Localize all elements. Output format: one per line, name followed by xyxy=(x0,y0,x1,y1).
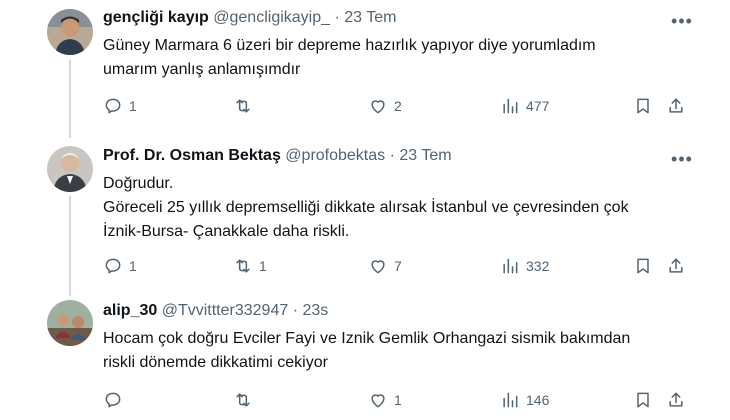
views-button[interactable]: 332 xyxy=(500,254,549,278)
share-icon xyxy=(669,258,683,273)
reply-button[interactable]: 1 xyxy=(103,254,137,278)
retweet-icon xyxy=(236,259,250,273)
reply-icon xyxy=(105,98,121,114)
more-icon[interactable]: ••• xyxy=(671,11,692,31)
retweet-count: 1 xyxy=(259,258,267,274)
views-icon xyxy=(503,392,518,408)
avatar[interactable] xyxy=(47,300,93,346)
reply-button[interactable] xyxy=(103,388,129,412)
tweet-text-line: İznik-Bursa- Çanakkale daha riskli. xyxy=(103,223,350,240)
separator-dot: · xyxy=(334,9,340,26)
reply-icon xyxy=(105,392,121,408)
more-icon[interactable]: ••• xyxy=(671,149,692,169)
tweet-header: alip_30 @Tvvittter332947 · 23s xyxy=(103,302,328,320)
tweet-header: Prof. Dr. Osman Bektaş @profobektas · 23… xyxy=(103,147,452,165)
heart-icon xyxy=(371,100,385,114)
tweet[interactable]: alip_30 @Tvvittter332947 · 23s Hocam çok… xyxy=(0,290,730,420)
tweet-text-line: Güney Marmara 6 üzeri bir depreme hazırl… xyxy=(103,37,596,54)
tweet[interactable]: Prof. Dr. Osman Bektaş @profobektas · 23… xyxy=(0,140,730,285)
tweet-header: gençliği kayıp @gencligikayip_ · 23 Tem xyxy=(103,9,396,27)
like-count: 2 xyxy=(394,98,402,114)
reply-icon xyxy=(105,258,121,274)
bookmark-button[interactable] xyxy=(633,94,653,118)
share-button[interactable] xyxy=(666,254,686,278)
tweet-time[interactable]: 23 Tem xyxy=(399,147,451,164)
like-count: 1 xyxy=(394,392,402,408)
retweet-button[interactable] xyxy=(233,94,259,118)
share-button[interactable] xyxy=(666,388,686,412)
like-button[interactable]: 2 xyxy=(368,94,402,118)
retweet-icon xyxy=(236,99,250,113)
reply-count: 1 xyxy=(129,98,137,114)
author-handle[interactable]: @gencligikayip_ xyxy=(213,9,330,26)
views-button[interactable]: 477 xyxy=(500,94,549,118)
retweet-button[interactable] xyxy=(233,388,259,412)
share-icon xyxy=(669,98,683,113)
tweet-time[interactable]: 23s xyxy=(302,302,328,319)
tweet[interactable]: gençliği kayıp @gencligikayip_ · 23 Tem … xyxy=(0,0,730,140)
heart-icon xyxy=(371,260,385,274)
avatar[interactable] xyxy=(47,9,93,55)
tweet-text: Güney Marmara 6 üzeri bir depreme hazırl… xyxy=(103,34,703,82)
tweet-time[interactable]: 23 Tem xyxy=(344,9,396,26)
bookmark-icon xyxy=(637,392,649,408)
like-count: 7 xyxy=(394,258,402,274)
views-icon xyxy=(503,258,518,274)
reply-count: 1 xyxy=(129,258,137,274)
tweet-text: Hocam çok doğru Evciler Fayi ve Iznik Ge… xyxy=(103,327,703,375)
like-button[interactable]: 1 xyxy=(368,388,402,412)
avatar[interactable] xyxy=(47,146,93,192)
tweet-text-line: Doğrudur. xyxy=(103,175,174,192)
views-count: 332 xyxy=(526,258,550,274)
views-icon xyxy=(503,98,518,114)
reply-button[interactable]: 1 xyxy=(103,94,137,118)
tweet-text: Doğrudur. Göreceli 25 yıllık depremselli… xyxy=(103,172,703,244)
tweet-text-line: riskli dönemde dikkatimi cekiyor xyxy=(103,354,328,371)
retweet-icon xyxy=(236,393,250,407)
views-count: 477 xyxy=(526,98,550,114)
like-button[interactable]: 7 xyxy=(368,254,402,278)
author-name[interactable]: gençliği kayıp xyxy=(103,9,209,26)
tweet-text-line: umarım yanlış anlamışımdır xyxy=(103,61,301,78)
tweet-actions: 1 146 xyxy=(103,388,693,412)
bookmark-button[interactable] xyxy=(633,254,653,278)
share-button[interactable] xyxy=(666,94,686,118)
tweet-actions: 1 1 7 332 xyxy=(103,254,693,278)
author-name[interactable]: alip_30 xyxy=(103,302,157,319)
author-name[interactable]: Prof. Dr. Osman Bektaş xyxy=(103,147,281,164)
author-handle[interactable]: @profobektas xyxy=(285,147,385,164)
separator-dot: · xyxy=(292,302,299,319)
separator-dot: · xyxy=(389,147,395,164)
author-handle[interactable]: @Tvvittter332947 xyxy=(162,302,289,319)
bookmark-icon xyxy=(637,98,649,114)
retweet-button[interactable]: 1 xyxy=(233,254,267,278)
bookmark-button[interactable] xyxy=(633,388,653,412)
bookmark-icon xyxy=(637,258,649,274)
heart-icon xyxy=(371,394,385,408)
tweet-text-line: Göreceli 25 yıllık depremselliği dikkate… xyxy=(103,199,629,216)
views-count: 146 xyxy=(526,392,550,408)
share-icon xyxy=(669,392,683,407)
tweet-text-line: Hocam çok doğru Evciler Fayi ve Iznik Ge… xyxy=(103,330,631,347)
views-button[interactable]: 146 xyxy=(500,388,549,412)
tweet-actions: 1 2 477 xyxy=(103,94,693,118)
